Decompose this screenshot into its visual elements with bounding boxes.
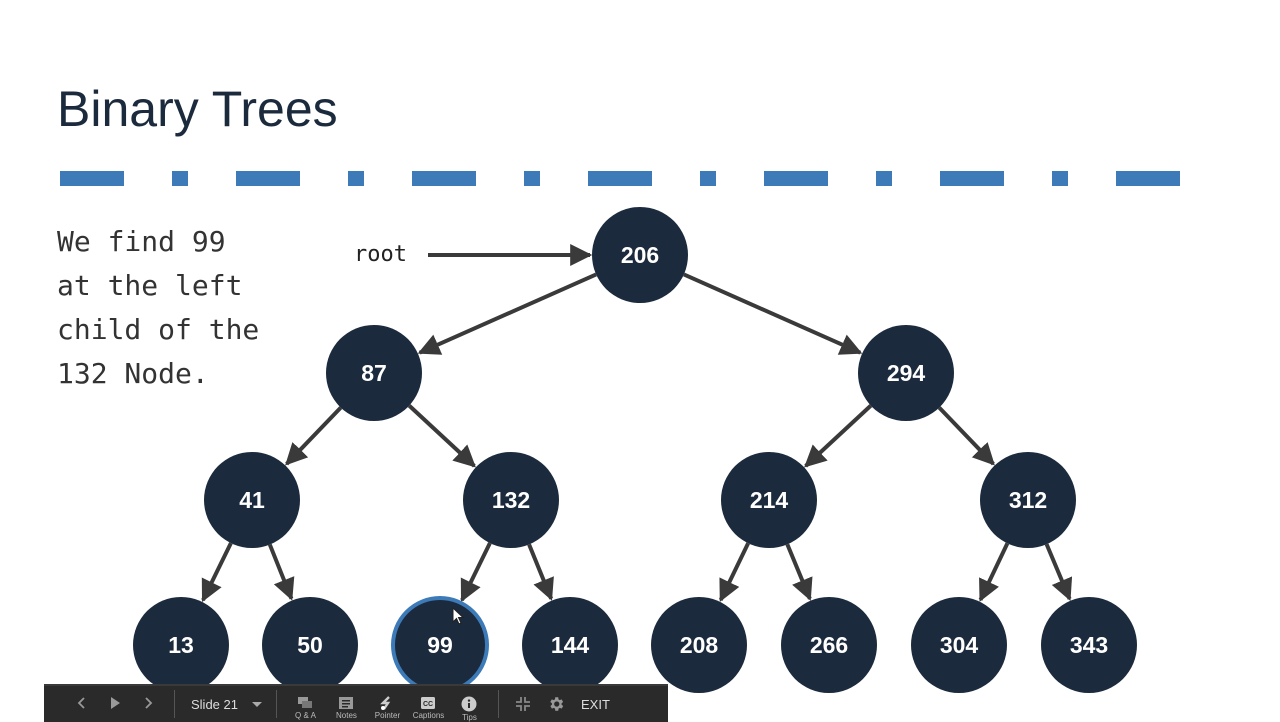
divider-dash: [60, 171, 124, 186]
tree-node-208: 208: [651, 597, 747, 693]
slide-description: We find 99 at the left child of the 132 …: [57, 225, 260, 390]
gear-icon: [550, 697, 564, 711]
edge-132-99: [460, 542, 492, 603]
tree-node-41: 41: [204, 452, 300, 548]
node-label: 304: [940, 632, 979, 658]
edge-294-312: [937, 406, 995, 466]
tree-node-343: 343: [1041, 597, 1137, 693]
edge-41-50: [267, 543, 295, 601]
divider-dash: [348, 171, 364, 186]
exit-fullscreen-button[interactable]: [515, 696, 531, 712]
slide-selector[interactable]: Slide 21: [183, 697, 268, 712]
divider-dash: [940, 171, 1004, 186]
chevron-left-icon: [77, 696, 85, 709]
divider-dash: [524, 171, 540, 186]
toolbar-divider: [497, 690, 499, 718]
edge-312-343: [1044, 543, 1073, 601]
node-label: 132: [492, 487, 530, 513]
divider-dash: [172, 171, 188, 186]
node-label: 214: [750, 487, 789, 513]
divider-dash: [1116, 171, 1180, 186]
node-label: 294: [887, 360, 926, 386]
next-slide-button[interactable]: [132, 694, 166, 715]
node-label: 13: [168, 632, 194, 658]
edge-214-208: [718, 542, 750, 602]
edge-132-144: [527, 543, 554, 601]
edge-206-87: [417, 272, 597, 355]
tree-node-312: 312: [980, 452, 1076, 548]
qa-label: Q & A: [295, 711, 316, 720]
tree-node-50: 50: [262, 597, 358, 693]
mouse-cursor-icon: [452, 607, 465, 625]
notes-label: Notes: [336, 711, 357, 720]
tips-label: Tips: [462, 713, 477, 722]
edge-87-41: [285, 406, 343, 466]
notes-button[interactable]: Notes: [326, 686, 367, 722]
node-label: 99: [427, 632, 453, 658]
node-label: 312: [1009, 487, 1047, 513]
exit-fullscreen-icon: [515, 697, 530, 711]
edge-41-13: [201, 542, 233, 603]
previous-slide-button[interactable]: [64, 694, 98, 715]
tree-node-132: 132: [463, 452, 559, 548]
edge-206-294: [683, 272, 863, 355]
presentation-toolbar: Slide 21 Q & A Notes Pointer CC Captions…: [44, 684, 668, 722]
toolbar-divider: [174, 690, 175, 718]
notes-icon: [339, 697, 354, 709]
tree-node-294: 294: [858, 325, 954, 421]
node-label: 266: [810, 632, 848, 658]
edge-214-266: [785, 543, 813, 601]
divider-dash: [236, 171, 300, 186]
tree-node-304: 304: [911, 597, 1007, 693]
pointer-icon: [380, 696, 391, 710]
dashed-divider: [60, 171, 1180, 186]
pointer-label: Pointer: [374, 711, 401, 720]
exit-button[interactable]: EXIT: [581, 697, 610, 712]
captions-button[interactable]: CC Captions: [408, 686, 449, 722]
divider-dash: [1052, 171, 1068, 186]
pointer-button[interactable]: Pointer: [367, 686, 408, 722]
play-icon: [111, 696, 120, 709]
qa-icon: [298, 697, 313, 708]
tree-node-266: 266: [781, 597, 877, 693]
tree-node-87: 87: [326, 325, 422, 421]
node-label: 87: [361, 360, 387, 386]
divider-dash: [412, 171, 476, 186]
edge-294-214: [804, 404, 873, 468]
captions-label: Captions: [412, 711, 445, 720]
slide-selector-label: Slide 21: [191, 696, 238, 712]
edge-312-304: [978, 542, 1010, 602]
tree-node-99: 99: [391, 596, 489, 694]
node-label: 41: [239, 487, 265, 513]
info-icon: [461, 696, 477, 712]
settings-button[interactable]: [547, 695, 565, 713]
tips-button[interactable]: Tips: [449, 686, 490, 722]
svg-text:CC: CC: [423, 701, 433, 708]
play-button[interactable]: [98, 694, 132, 715]
node-label: 144: [551, 632, 590, 658]
tree-node-206: 206: [592, 207, 688, 303]
node-label: 208: [680, 632, 719, 658]
divider-dash: [700, 171, 716, 186]
captions-icon: CC: [421, 697, 436, 709]
chevron-right-icon: [145, 696, 153, 709]
node-label: 206: [621, 242, 659, 268]
chevron-down-icon: [251, 701, 262, 707]
toolbar-divider: [275, 690, 277, 718]
node-label: 50: [297, 632, 323, 658]
divider-dash: [588, 171, 652, 186]
root-label: root: [354, 242, 407, 267]
divider-dash: [764, 171, 828, 186]
node-label: 343: [1070, 632, 1108, 658]
tree-node-214: 214: [721, 452, 817, 548]
edge-87-132: [407, 404, 476, 468]
tree-node-13: 13: [133, 597, 229, 693]
divider-dash: [876, 171, 892, 186]
qa-button[interactable]: Q & A: [285, 686, 326, 722]
tree-node-144: 144: [522, 597, 618, 693]
